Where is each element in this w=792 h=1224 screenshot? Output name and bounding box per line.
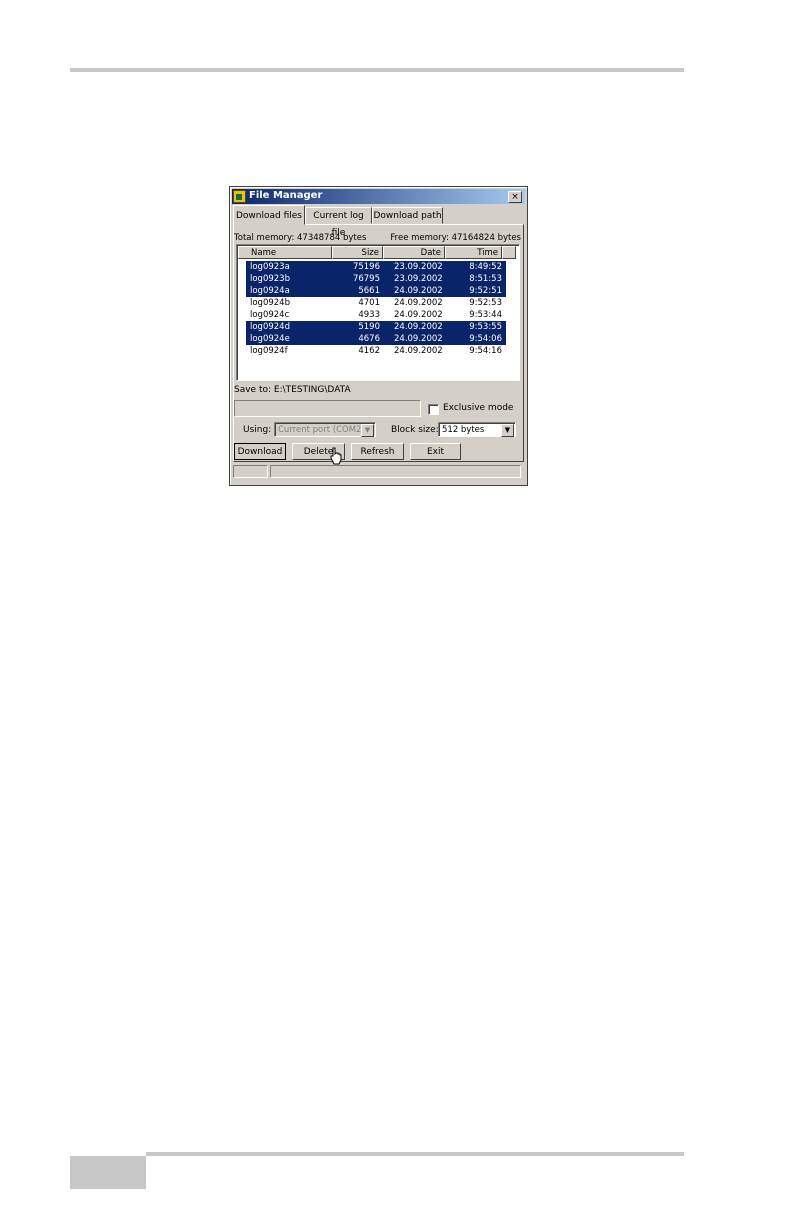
close-button[interactable]: ×: [508, 191, 522, 203]
port-select-value: Current port (COM2): [278, 425, 365, 435]
port-select[interactable]: Current port (COM2) ▼: [274, 422, 376, 437]
table-row[interactable]: log0924a 5661 24.09.2002 9:52:51: [246, 285, 506, 297]
title-bar[interactable]: File Manager ×: [232, 189, 525, 204]
file-name-cell: log0924c: [250, 310, 290, 320]
file-name-cell: log0924b: [250, 298, 290, 308]
column-header-date[interactable]: Date: [383, 246, 445, 259]
tab-download-path[interactable]: Download path: [372, 207, 443, 224]
file-name-cell: log0923b: [250, 274, 290, 284]
file-time-cell: 9:53:55: [469, 322, 502, 332]
save-to-path: Save to: E:\TESTING\DATA: [234, 385, 351, 395]
progress-bar: [234, 400, 421, 417]
file-size-cell: 76795: [352, 274, 380, 284]
block-size-value: 512 bytes: [442, 425, 485, 435]
status-bar-pane-2: [270, 465, 521, 478]
file-date-cell: 24.09.2002: [394, 346, 443, 356]
file-date-cell: 24.09.2002: [394, 298, 443, 308]
exclusive-mode-checkbox[interactable]: [428, 404, 439, 415]
file-size-cell: 4933: [358, 310, 380, 320]
page-header-rule: [70, 68, 684, 72]
file-size-cell: 5661: [358, 286, 380, 296]
file-time-cell: 9:54:06: [469, 334, 502, 344]
file-date-cell: 24.09.2002: [394, 310, 443, 320]
column-header-time[interactable]: Time: [445, 246, 502, 259]
page-footer-rule: [146, 1152, 684, 1156]
file-size-cell: 75196: [352, 262, 380, 272]
table-row[interactable]: log0923b 76795 23.09.2002 8:51:53: [246, 273, 506, 285]
file-time-cell: 9:52:51: [469, 286, 502, 296]
table-row[interactable]: log0923a 75196 23.09.2002 8:49:52: [246, 261, 506, 273]
exit-button[interactable]: Exit: [410, 443, 461, 460]
tab-current-log-file[interactable]: Current log file: [305, 207, 372, 238]
file-time-cell: 9:53:44: [469, 310, 502, 320]
file-date-cell: 24.09.2002: [394, 334, 443, 344]
window-title: File Manager: [249, 190, 323, 201]
file-time-cell: 8:51:53: [469, 274, 502, 284]
tab-download-files[interactable]: Download files: [233, 205, 305, 225]
file-name-cell: log0923a: [250, 262, 290, 272]
file-manager-window: File Manager × Download files Current lo…: [229, 186, 528, 486]
table-row[interactable]: log0924c 4933 24.09.2002 9:53:44: [246, 309, 506, 321]
chevron-down-icon[interactable]: ▼: [361, 424, 374, 437]
status-bar-pane-1: [233, 465, 268, 478]
file-date-cell: 24.09.2002: [394, 322, 443, 332]
block-size-label: Block size:: [391, 425, 439, 435]
file-time-cell: 9:54:16: [469, 346, 502, 356]
file-name-cell: log0924e: [250, 334, 290, 344]
file-time-cell: 9:52:53: [469, 298, 502, 308]
file-size-cell: 4162: [358, 346, 380, 356]
column-header-name[interactable]: Name: [238, 246, 332, 259]
app-icon: [233, 190, 246, 203]
chevron-down-icon[interactable]: ▼: [501, 424, 514, 437]
file-size-cell: 4676: [358, 334, 380, 344]
file-size-cell: 5190: [358, 322, 380, 332]
file-name-cell: log0924d: [250, 322, 290, 332]
total-memory: Total memory: 47348784 bytes: [234, 233, 367, 243]
refresh-button[interactable]: Refresh: [351, 443, 404, 460]
page-number-tab: [70, 1156, 146, 1189]
file-time-cell: 8:49:52: [469, 262, 502, 272]
file-name-cell: log0924f: [250, 346, 288, 356]
table-row[interactable]: log0924f 4162 24.09.2002 9:54:16: [246, 345, 506, 357]
file-date-cell: 23.09.2002: [394, 262, 443, 272]
using-label: Using:: [243, 425, 272, 435]
file-size-cell: 4701: [358, 298, 380, 308]
file-name-cell: log0924a: [250, 286, 290, 296]
download-button[interactable]: Download: [234, 443, 286, 460]
exclusive-mode-label: Exclusive mode: [443, 403, 514, 413]
column-header-size[interactable]: Size: [332, 246, 383, 259]
table-row[interactable]: log0924e 4676 24.09.2002 9:54:06: [246, 333, 506, 345]
free-memory: Free memory: 47164824 bytes: [390, 233, 521, 243]
table-row[interactable]: log0924b 4701 24.09.2002 9:52:53: [246, 297, 506, 309]
file-date-cell: 23.09.2002: [394, 274, 443, 284]
file-date-cell: 24.09.2002: [394, 286, 443, 296]
column-header-filler: [502, 246, 516, 259]
block-size-select[interactable]: 512 bytes ▼: [438, 422, 516, 437]
table-row[interactable]: log0924d 5190 24.09.2002 9:53:55: [246, 321, 506, 333]
hand-cursor-icon: [330, 447, 342, 465]
